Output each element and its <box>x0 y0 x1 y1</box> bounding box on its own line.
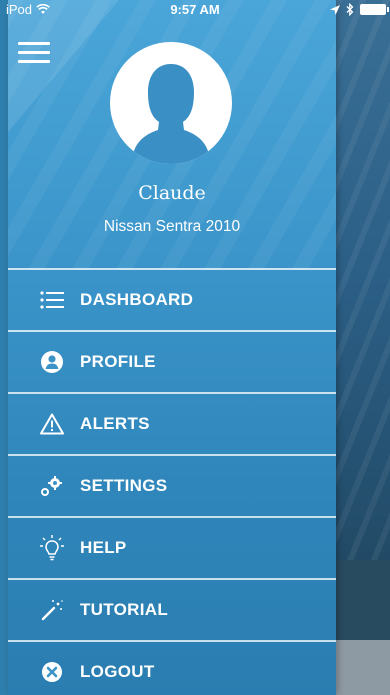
location-arrow-icon <box>330 4 340 15</box>
menu-toggle-button[interactable] <box>18 42 50 66</box>
drawer-edge <box>0 0 8 695</box>
screen: iPod 9:57 AM Claude Nissan Sentra 2010 D… <box>0 0 390 695</box>
menu-item-settings[interactable]: SETTINGS <box>8 456 336 516</box>
menu-item-label: DASHBOARD <box>80 290 194 309</box>
status-bar: iPod 9:57 AM <box>0 0 390 20</box>
menu-item-label: TUTORIAL <box>80 600 169 619</box>
magic-wand-icon <box>41 600 63 621</box>
profile-icon <box>41 351 63 373</box>
avatar[interactable] <box>110 42 232 164</box>
menu-item-dashboard[interactable]: DASHBOARD <box>8 270 336 330</box>
user-name: Claude <box>138 182 206 204</box>
nav-menu: DASHBOARD PROFILE ALERTS SETTINGS HELP T… <box>8 268 336 695</box>
menu-item-profile[interactable]: PROFILE <box>8 332 336 392</box>
menu-item-label: HELP <box>80 538 127 557</box>
menu-item-label: SETTINGS <box>80 476 168 495</box>
user-silhouette-icon <box>132 64 210 164</box>
menu-item-tutorial[interactable]: TUTORIAL <box>8 580 336 640</box>
background-app-content[interactable] <box>336 0 390 695</box>
bluetooth-icon <box>346 3 354 16</box>
gears-icon <box>41 476 62 496</box>
vehicle-name: Nissan Sentra 2010 <box>103 218 241 235</box>
warning-triangle-icon <box>40 413 64 435</box>
menu-item-label: PROFILE <box>80 352 156 371</box>
menu-item-alerts[interactable]: ALERTS <box>8 394 336 454</box>
menu-item-help[interactable]: HELP <box>8 518 336 578</box>
list-icon <box>40 291 64 309</box>
menu-item-label: ALERTS <box>80 414 150 433</box>
battery-icon <box>360 4 389 15</box>
close-circle-icon <box>42 662 62 682</box>
menu-item-label: LOGOUT <box>80 662 155 681</box>
menu-item-logout[interactable]: LOGOUT <box>8 642 336 695</box>
lightbulb-icon <box>40 535 64 561</box>
